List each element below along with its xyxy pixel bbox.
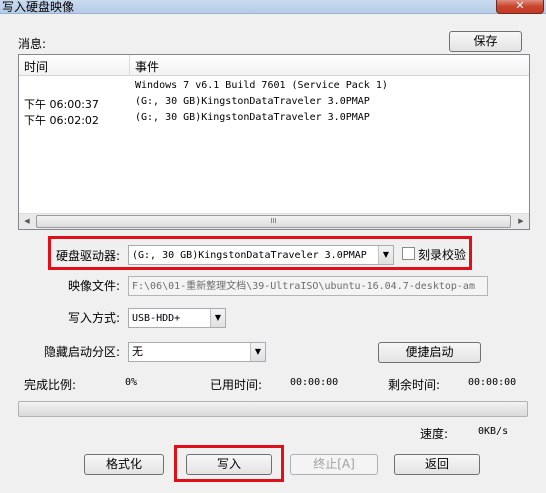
image-file-label: 映像文件: [68,279,121,293]
title-bar: 写入硬盘映像 ✕ [0,0,546,14]
log-row-event: (G:, 30 GB)KingstonDataTraveler 3.0PMAP [135,112,370,123]
log-row-event: (G:, 30 GB)KingstonDataTraveler 3.0PMAP [135,96,370,107]
scroll-left-icon[interactable]: ◀ [19,214,35,229]
chevron-down-icon: ▼ [378,246,393,264]
messages-label: 消息: [18,37,47,51]
complete-label: 完成比例: [24,378,77,392]
write-mode-label: 写入方式: [68,311,121,325]
scrollbar-thumb[interactable]: III [36,215,511,228]
complete-value: 0% [125,377,138,388]
log-row-event: Windows 7 v6.1 Build 7601 (Service Pack … [135,80,388,91]
back-button[interactable]: 返回 [394,454,480,475]
elapsed-value: 00:00:00 [290,377,339,388]
speed-value: 0KB/s [478,426,509,437]
remaining-value: 00:00:00 [468,377,517,388]
quick-boot-button[interactable]: 便捷启动 [378,342,481,363]
column-header-event[interactable]: 事件 [135,58,159,75]
message-log-list[interactable]: 时间 事件 Windows 7 v6.1 Build 7601 (Service… [18,54,530,230]
image-file-value: F:\06\01-重新整理文档\39-UltraISO\ubuntu-16.04… [132,281,475,292]
scroll-grip-icon: III [270,217,277,225]
write-mode-select[interactable]: USB-HDD+ ▼ [128,308,226,328]
hidden-partition-select[interactable]: 无 ▼ [128,342,266,362]
log-header: 时间 事件 [19,55,529,76]
speed-label: 速度: [420,427,449,441]
log-row-time: 下午 06:02:02 [24,114,99,127]
chevron-down-icon: ▼ [210,309,225,327]
drive-label: 硬盘驱动器: [56,249,121,263]
column-divider[interactable] [129,55,130,76]
verify-checkbox[interactable] [402,247,415,260]
log-row[interactable]: Windows 7 v6.1 Build 7601 (Service Pack … [19,79,529,95]
hidden-partition-label: 隐藏启动分区: [44,345,121,359]
chevron-down-icon: ▼ [250,343,265,361]
hidden-partition-value: 无 [132,345,143,358]
log-row-time: 下午 06:00:37 [24,98,99,111]
log-row[interactable]: 下午 06:00:37 (G:, 30 GB)KingstonDataTrave… [19,95,529,111]
column-header-time[interactable]: 时间 [24,58,48,75]
window-title: 写入硬盘映像 [2,0,75,14]
save-button[interactable]: 保存 [449,31,522,52]
drive-select-value: (G:, 30 GB)KingstonDataTraveler 3.0PMAP [132,250,367,261]
write-mode-value: USB-HDD+ [132,313,181,324]
write-button[interactable]: 写入 [186,454,272,475]
elapsed-label: 已用时间: [210,378,263,392]
stop-button[interactable]: 终止[A] [290,454,378,475]
close-button[interactable]: ✕ [496,0,544,14]
drive-select[interactable]: (G:, 30 GB)KingstonDataTraveler 3.0PMAP … [128,245,394,265]
verify-label[interactable]: 刻录校验 [418,246,466,263]
scroll-right-icon[interactable]: ▶ [513,214,529,229]
horizontal-scrollbar[interactable]: ◀ III ▶ [19,213,529,229]
progress-bar [18,401,528,417]
remaining-label: 剩余时间: [388,378,441,392]
image-file-field[interactable]: F:\06\01-重新整理文档\39-UltraISO\ubuntu-16.04… [128,276,488,296]
format-button[interactable]: 格式化 [84,454,164,475]
close-icon: ✕ [515,0,525,12]
log-row[interactable]: 下午 06:02:02 (G:, 30 GB)KingstonDataTrave… [19,111,529,127]
